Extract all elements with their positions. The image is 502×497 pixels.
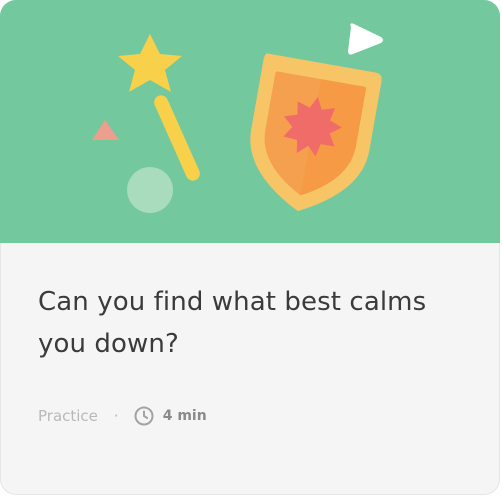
clock-icon <box>133 405 155 427</box>
play-triangle-icon <box>348 23 383 55</box>
meta-separator: · <box>113 407 119 425</box>
duration-label: 4 min <box>162 408 207 424</box>
activity-card[interactable]: Can you find what best calms you down? P… <box>0 0 500 495</box>
star-wand-icon <box>118 34 200 181</box>
card-title: Can you find what best calms you down? <box>38 287 427 359</box>
shield-badge-icon <box>250 53 382 212</box>
illustration-svg <box>92 23 383 213</box>
activity-type-label: Practice <box>38 407 98 425</box>
circle-shape-icon <box>127 167 173 213</box>
card-body: Can you find what best calms you down? P… <box>0 243 500 495</box>
card-meta: Practice · 4 min <box>38 403 207 429</box>
card-illustration <box>0 0 500 243</box>
triangle-shape-icon <box>92 120 119 140</box>
